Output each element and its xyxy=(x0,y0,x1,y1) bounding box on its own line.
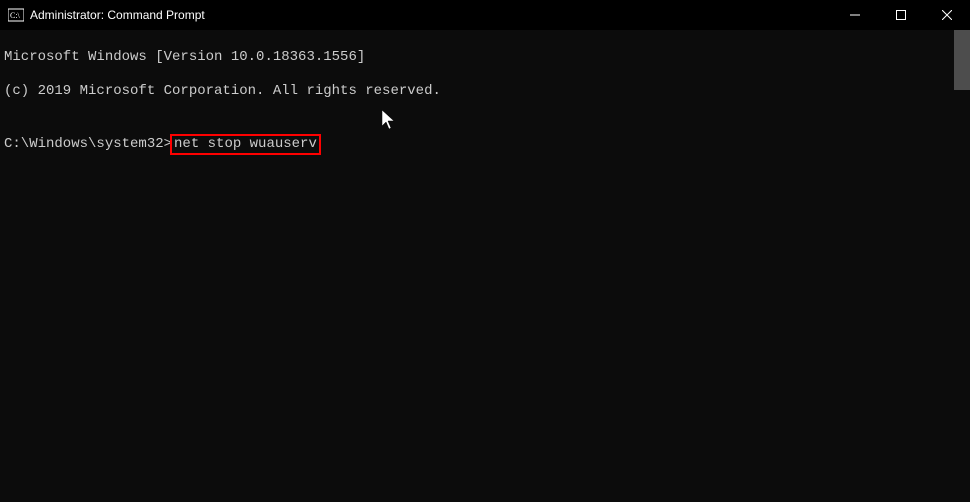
prompt-text: C:\Windows\system32> xyxy=(4,136,172,152)
cmd-icon: C:\ xyxy=(8,7,24,23)
window-title: Administrator: Command Prompt xyxy=(30,8,205,22)
svg-text:C:\: C:\ xyxy=(10,11,21,20)
command-text: net stop wuauserv xyxy=(174,136,317,152)
titlebar[interactable]: C:\ Administrator: Command Prompt xyxy=(0,0,970,30)
window-controls xyxy=(832,0,970,30)
maximize-button[interactable] xyxy=(878,0,924,30)
minimize-button[interactable] xyxy=(832,0,878,30)
version-line: Microsoft Windows [Version 10.0.18363.15… xyxy=(4,49,966,66)
terminal-output[interactable]: Microsoft Windows [Version 10.0.18363.15… xyxy=(0,30,970,174)
command-highlight: net stop wuauserv xyxy=(170,134,321,155)
vertical-scrollbar[interactable] xyxy=(954,30,970,90)
prompt-line: C:\Windows\system32>net stop wuauserv xyxy=(4,134,966,155)
close-button[interactable] xyxy=(924,0,970,30)
copyright-line: (c) 2019 Microsoft Corporation. All righ… xyxy=(4,83,966,100)
